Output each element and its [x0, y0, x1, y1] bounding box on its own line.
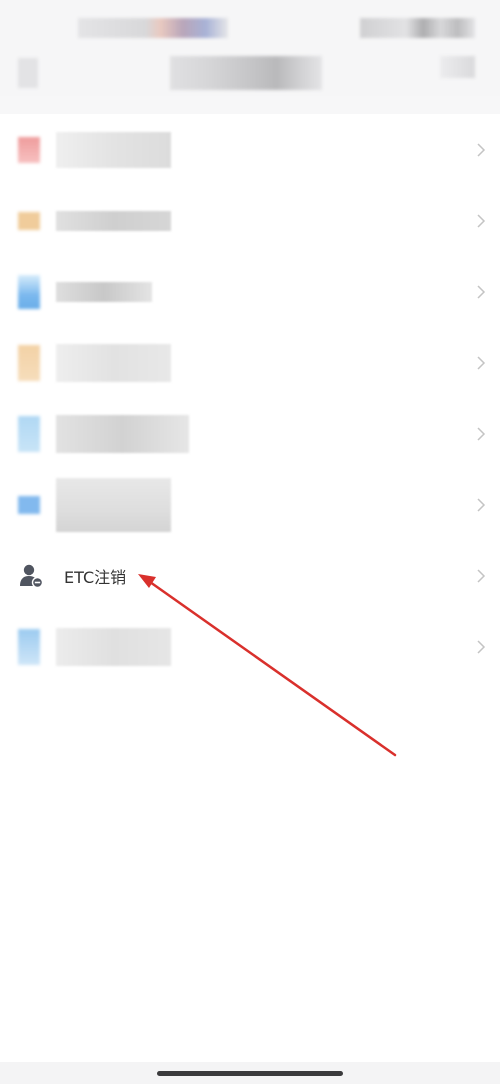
menu-item-4[interactable]: [0, 327, 500, 398]
menu-item-label-redacted: [56, 343, 171, 382]
section-divider: [0, 96, 500, 114]
status-bar-redacted-left: [78, 18, 228, 38]
menu-item-icon: [18, 495, 40, 514]
chevron-right-icon: [477, 497, 486, 512]
menu-item-2[interactable]: [0, 185, 500, 256]
menu-list: ETC注销: [0, 114, 500, 682]
chevron-right-icon: [477, 284, 486, 299]
chevron-right-icon: [477, 355, 486, 370]
menu-item-label-redacted: [56, 627, 171, 666]
menu-item-icon: [18, 628, 40, 665]
menu-item-1[interactable]: [0, 114, 500, 185]
menu-item-icon: [18, 415, 40, 452]
menu-item-etc-cancel[interactable]: ETC注销: [0, 540, 500, 611]
menu-item-label-redacted: [56, 131, 171, 168]
status-bar: [0, 0, 500, 50]
menu-item-icon: [18, 344, 40, 381]
back-button[interactable]: [18, 58, 38, 88]
menu-item-6[interactable]: [0, 469, 500, 540]
menu-item-3[interactable]: [0, 256, 500, 327]
menu-item-5[interactable]: [0, 398, 500, 469]
chevron-right-icon: [477, 639, 486, 654]
page-title-redacted: [170, 56, 322, 90]
status-bar-redacted-right: [360, 18, 475, 38]
nav-right-redacted[interactable]: [440, 56, 475, 78]
menu-item-icon: [18, 274, 40, 309]
user-remove-icon: [20, 564, 44, 588]
chevron-right-icon: [477, 142, 486, 157]
menu-item-label-redacted: [56, 281, 152, 302]
chevron-right-icon: [477, 213, 486, 228]
menu-item-label-redacted: [56, 210, 171, 231]
chevron-right-icon: [477, 426, 486, 441]
chevron-right-icon: [477, 568, 486, 583]
menu-item-label-redacted: [56, 477, 171, 532]
home-indicator[interactable]: [157, 1071, 343, 1076]
menu-item-label: ETC注销: [64, 567, 127, 587]
menu-item-icon: [18, 211, 40, 230]
navigation-bar: [0, 50, 500, 96]
menu-item-label-redacted: [56, 414, 189, 453]
menu-item-icon: [18, 136, 40, 163]
menu-item-8[interactable]: [0, 611, 500, 682]
